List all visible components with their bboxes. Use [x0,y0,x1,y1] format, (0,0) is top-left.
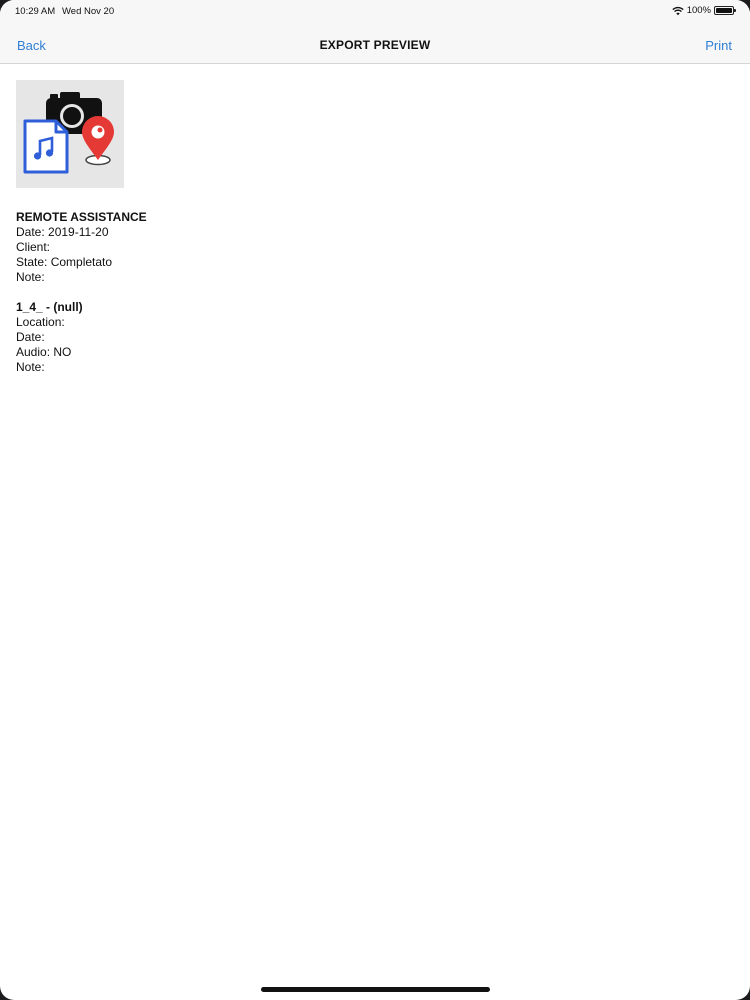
report-thumbnail [16,80,124,188]
status-bar: 10:29 AM Wed Nov 20 100% [0,0,750,26]
status-indicators: 100% [672,5,736,16]
status-time: 10:29 AM [15,6,56,17]
print-button[interactable]: Print [705,38,732,53]
report-state: State: Completato [16,255,113,269]
battery-percent: 100% [686,5,711,16]
home-indicator[interactable] [261,987,490,992]
status-date: Wed Nov 20 [62,6,115,17]
report-note: Note: [16,270,45,284]
report-heading: REMOTE ASSISTANCE [16,210,147,224]
location-pin-icon [82,116,114,166]
report-document: REMOTE ASSISTANCE Date: 2019-11-20 Clien… [16,210,147,375]
navigation-bar: Back EXPORT PREVIEW Print [0,26,750,64]
export-preview-content: REMOTE ASSISTANCE Date: 2019-11-20 Clien… [16,80,147,375]
report-date: Date: 2019-11-20 [16,225,109,239]
wifi-icon [672,6,684,15]
report-client: Client: [16,240,51,254]
item-note: Note: [16,360,45,374]
page-title: EXPORT PREVIEW [319,38,431,52]
music-file-icon [23,119,69,174]
battery-icon [714,6,736,15]
item-date: Date: [16,330,45,344]
item-heading: 1_4_ - (null) [16,300,83,314]
device-screen: 10:29 AM Wed Nov 20 100% Back EXPORT PRE… [0,0,750,1000]
item-audio: Audio: NO [16,345,72,359]
item-location: Location: [16,315,65,329]
